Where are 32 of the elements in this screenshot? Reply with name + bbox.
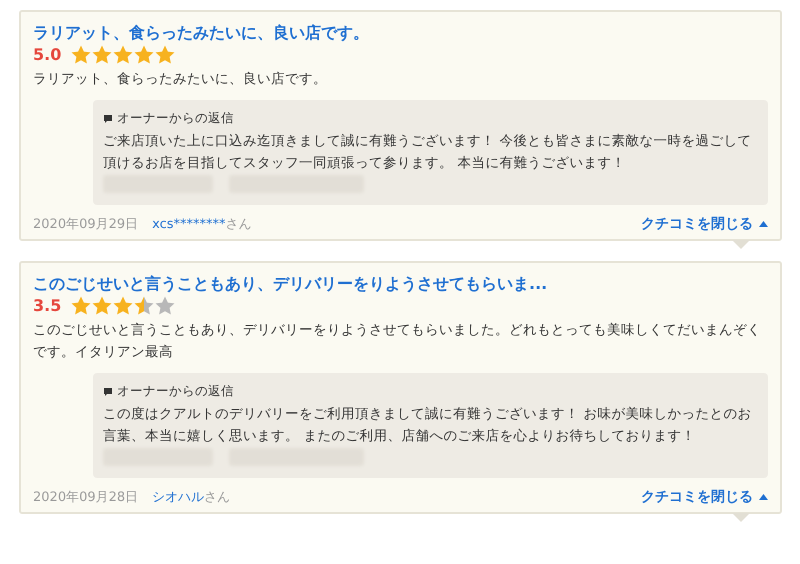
reviewer-name[interactable]: xcs******** — [152, 216, 226, 232]
review-title[interactable]: このごじせいと言うこともあり、デリバリーをりようさせてもらいま... — [33, 273, 768, 295]
reply-text: ご来店頂いた上に口込み迄頂きまして誠に有難うございます！ 今後とも皆さまに素敵な一時を過ごして頂けるお店を目指してスタッフ一同頑張って参ります。 本当に有難うございます！ — [103, 132, 752, 173]
review-date: 2020年09月28日 — [33, 489, 138, 506]
star-icon — [92, 45, 112, 64]
reply-text: この度はクアルトのデリバリーをご利用頂きまして誠に有難うございます！ お味が美味しかったとのお言葉、本当に嬉しく思います。 またのご利用、店舗へのご来店を心よりお待ちしております！ — [103, 405, 752, 446]
rating-score: 3.5 — [33, 296, 62, 315]
reply-heading: オーナーからの返信 — [117, 383, 234, 400]
star-icon — [155, 296, 176, 315]
star-icon — [113, 296, 134, 315]
review-text: このごじせいと言うこともあり、デリバリーをりようさせてもらいました。どれもとっても美味しくてだいまんぞくです。イタリアン最高 — [33, 321, 762, 362]
star-icon — [71, 296, 92, 315]
rating-score: 5.0 — [33, 45, 62, 64]
close-review-link[interactable]: クチコミを閉じる — [641, 215, 753, 233]
reply-heading: オーナーからの返信 — [117, 110, 234, 127]
review-date: 2020年09月29日 — [33, 216, 138, 233]
speech-bubble-icon — [103, 114, 113, 124]
star-icon — [113, 45, 134, 64]
caret-up-icon — [759, 221, 768, 227]
review-text: ラリアット、食らったみたいに、良い店です。 — [33, 70, 328, 89]
star-icon — [134, 296, 154, 315]
caret-up-icon — [759, 494, 768, 500]
star-icon — [92, 296, 112, 315]
review-title[interactable]: ラリアット、食らったみたいに、良い店です。 — [33, 22, 768, 44]
honorific-text: さん — [226, 216, 252, 233]
star-icon — [134, 45, 154, 64]
reviewer-name[interactable]: シオハル — [152, 488, 204, 506]
star-icon — [155, 45, 176, 64]
speech-bubble-icon — [103, 386, 113, 396]
close-review-link[interactable]: クチコミを閉じる — [641, 488, 753, 506]
star-icon — [71, 45, 92, 64]
honorific-text: さん — [204, 489, 230, 506]
